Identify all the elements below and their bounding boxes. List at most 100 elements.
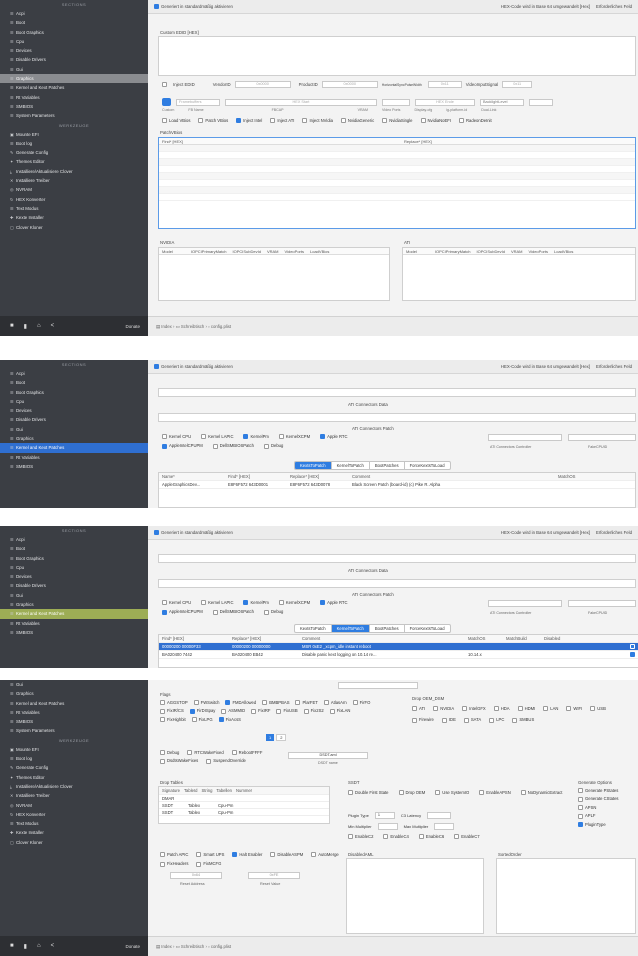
- sidebar-item-disable-drivers[interactable]: ☰ Disable Drivers: [0, 415, 148, 424]
- sidebar-item-graphics[interactable]: ☰ Graphics: [0, 689, 148, 698]
- lock-icon[interactable]: ■: [10, 323, 14, 329]
- tool-mount-efi[interactable]: ▣ Mounte EFI: [0, 130, 148, 139]
- sidebar-item-boot[interactable]: ☰ Boot: [0, 18, 148, 27]
- ssdt-double-first[interactable]: Double First State: [348, 790, 389, 796]
- table-row[interactable]: [159, 145, 635, 152]
- tool-generate-config[interactable]: ✎ Generate Config: [0, 763, 148, 772]
- sidebar-item-disable-drivers[interactable]: ☰ Disable Drivers: [0, 55, 148, 64]
- max-multiplier-field[interactable]: [434, 823, 455, 830]
- check-kernel-lapic[interactable]: Kernel LAPIC: [201, 600, 233, 606]
- patch-list-select[interactable]: [338, 682, 418, 689]
- vendor-id-field[interactable]: 0x0000: [234, 81, 291, 88]
- flag-fmdallowed[interactable]: FMDAllowed: [225, 700, 256, 706]
- flag-plarfet[interactable]: PlarFET: [295, 700, 318, 706]
- sidebar-item-boot-graphics[interactable]: ☰ Boot Graphics: [0, 388, 148, 397]
- flag-asmmid[interactable]: ASMMID: [221, 708, 245, 714]
- sidebar-item-acpi[interactable]: ☰ Acpi: [0, 9, 148, 18]
- check-suspend[interactable]: SuspendOverride: [206, 758, 246, 764]
- tool-kext-installer[interactable]: ✚ Kexte Installer: [0, 213, 148, 222]
- tool-generate-config[interactable]: ✎ Generate Config: [0, 148, 148, 157]
- disabled-aml-list[interactable]: [346, 858, 484, 934]
- sidebar-item-smbios[interactable]: ☰ SMBIOS: [0, 717, 148, 726]
- dsdt-name-field[interactable]: DSDT.aml: [288, 752, 368, 759]
- sidebar-item-cpu[interactable]: ☰ Cpu: [0, 563, 148, 572]
- drop-lpc[interactable]: LPC: [489, 717, 504, 723]
- check-rebootfix[interactable]: RebootFFFF: [231, 750, 262, 756]
- sidebar-item-system-parameters[interactable]: ☰ System Parameters: [0, 111, 148, 120]
- inject-edid-checkbox[interactable]: [162, 82, 167, 87]
- enable-c4[interactable]: EnableC4: [383, 834, 409, 840]
- check-kernel-cpu[interactable]: Kernel CPU: [162, 434, 191, 440]
- check-nvidia-single[interactable]: NvidiaSingle: [382, 118, 413, 124]
- check-kernel-lapic[interactable]: Kernel LAPIC: [201, 434, 233, 440]
- sidebar-item-graphics[interactable]: ☰ Graphics: [0, 74, 148, 84]
- donate-button[interactable]: Donate: [125, 324, 140, 329]
- table-row[interactable]: [159, 166, 635, 173]
- sidebar-item-devices[interactable]: ☰ Devices: [0, 406, 148, 415]
- patch-apic[interactable]: Patch APIC: [160, 852, 188, 858]
- ati-connectors-field[interactable]: [158, 554, 636, 563]
- horizontal-sync-field[interactable]: 0x11: [427, 81, 462, 88]
- tab-force-kexts[interactable]: ForceKextsToLoad: [405, 625, 450, 632]
- sidebar-item-cpu[interactable]: ☰ Cpu: [0, 397, 148, 406]
- ati-table[interactable]: Model IOPCIPrimaryMatch IOPCISubDevId VRAM…: [402, 247, 636, 301]
- smart-ups[interactable]: Smart UPS: [196, 852, 224, 858]
- check-dellsmbiospatch[interactable]: DellSMBIOSPatch: [212, 443, 254, 449]
- sidebar-item-boot[interactable]: ☰ Boot: [0, 378, 148, 387]
- tool-clover-cloner[interactable]: ▢ Clover Kloner: [0, 838, 148, 847]
- lock-icon[interactable]: ■: [10, 943, 14, 949]
- gen-pstates[interactable]: Generate PStates: [578, 788, 638, 794]
- sidebar-item-graphics[interactable]: ☰ Graphics: [0, 600, 148, 609]
- flag-fixirf[interactable]: FixIRF: [251, 708, 270, 714]
- flag-fixhighbit[interactable]: FixHighbit: [160, 717, 186, 723]
- kernel-to-patch-table[interactable]: Find* [HEX] Replace* [HEX] Comment Match…: [158, 634, 638, 668]
- nvidia-table[interactable]: Model IOPCIPrimaryMatch IOPCISubDevId VRAM…: [158, 247, 390, 301]
- sidebar-item-boot[interactable]: ☰ Boot: [0, 544, 148, 553]
- disabled-checkbox[interactable]: [630, 644, 635, 649]
- sidebar-item-acpi[interactable]: ☰ Acpi: [0, 535, 148, 544]
- ssdt-no-dynamic[interactable]: NoDynamicExtract: [520, 790, 562, 796]
- sidebar-item-rt-variables[interactable]: ☰ Rt Variables: [0, 708, 148, 717]
- ssdt-drop-oem[interactable]: Drop OEM: [398, 790, 425, 796]
- check-appleintelcpupm[interactable]: AppleIntelCPUPM: [162, 443, 203, 449]
- sidebar-item-kernel-kext-patches[interactable]: ☰ Kernel and Kext Patches: [0, 699, 148, 708]
- sidebar-item-smbios[interactable]: ☰ SMBIOS: [0, 102, 148, 111]
- check-dsdtwake[interactable]: DsdtsWakeFixes: [160, 758, 198, 764]
- dual-link-field[interactable]: [529, 98, 553, 106]
- flag-fix2s2[interactable]: Fix2S2: [303, 708, 324, 714]
- sidebar-item-boot-graphics[interactable]: ☰ Boot Graphics: [0, 554, 148, 563]
- custom-edid-field[interactable]: [158, 36, 636, 76]
- framebuffer-dropdown-icon[interactable]: [162, 98, 171, 106]
- home-icon[interactable]: ⌂: [37, 943, 41, 949]
- flag-firdispay[interactable]: FirDISpay: [189, 708, 215, 714]
- tab-kexts-to-patch[interactable]: KextsToPatch: [295, 462, 332, 469]
- sidebar-item-acpi[interactable]: ☰ Acpi: [0, 369, 148, 378]
- sidebar-item-disable-drivers[interactable]: ☰ Disable Drivers: [0, 581, 148, 590]
- ati-patch-field[interactable]: [158, 413, 636, 422]
- drop-hda[interactable]: HDA: [493, 706, 510, 712]
- table-row[interactable]: 00000200 00000F33 00000200 00000000 MSR …: [159, 643, 638, 651]
- flag-aggstop[interactable]: AGGSTOP: [160, 700, 188, 706]
- bookmark-icon[interactable]: ▮: [24, 323, 27, 330]
- tool-kext-installer[interactable]: ✚ Kexte Installer: [0, 828, 148, 837]
- drop-sata[interactable]: SATA: [463, 717, 481, 723]
- table-row[interactable]: AppleGraphicsDev... E8F6F572 643D0001 E8…: [159, 481, 635, 489]
- sidebar-item-kernel-kext-patches[interactable]: ☰ Kernel and Kext Patches: [0, 609, 148, 619]
- drop-tables[interactable]: Signature TableId String Tabellen Nummer D…: [158, 786, 330, 824]
- video-input-field[interactable]: 0x11: [502, 81, 533, 88]
- table-row[interactable]: [159, 187, 635, 194]
- drop-nvidia[interactable]: NVIDIA: [433, 706, 454, 712]
- sidebar-item-boot-graphics[interactable]: ☰ Boot Graphics: [0, 28, 148, 37]
- disable-aspm[interactable]: DisableASPM: [270, 852, 303, 858]
- share-icon[interactable]: <: [51, 943, 55, 949]
- flag-fwswitch[interactable]: FWSwitch: [193, 700, 219, 706]
- tab-boot-patches[interactable]: BootPatches: [370, 625, 405, 632]
- vram-field[interactable]: [382, 98, 410, 106]
- c3-latency-field[interactable]: [427, 812, 452, 819]
- tab-force-kexts[interactable]: ForceKextsToLoad: [405, 462, 450, 469]
- enable-c6[interactable]: EnableC6: [418, 834, 444, 840]
- sidebar-item-gui[interactable]: ☰ Gui: [0, 591, 148, 600]
- sidebar-item-rt-variables[interactable]: ☰ Rt Variables: [0, 93, 148, 102]
- auto-merge[interactable]: AutoMerge: [311, 852, 339, 858]
- flag-fixircs[interactable]: FixIR/CS: [160, 708, 184, 714]
